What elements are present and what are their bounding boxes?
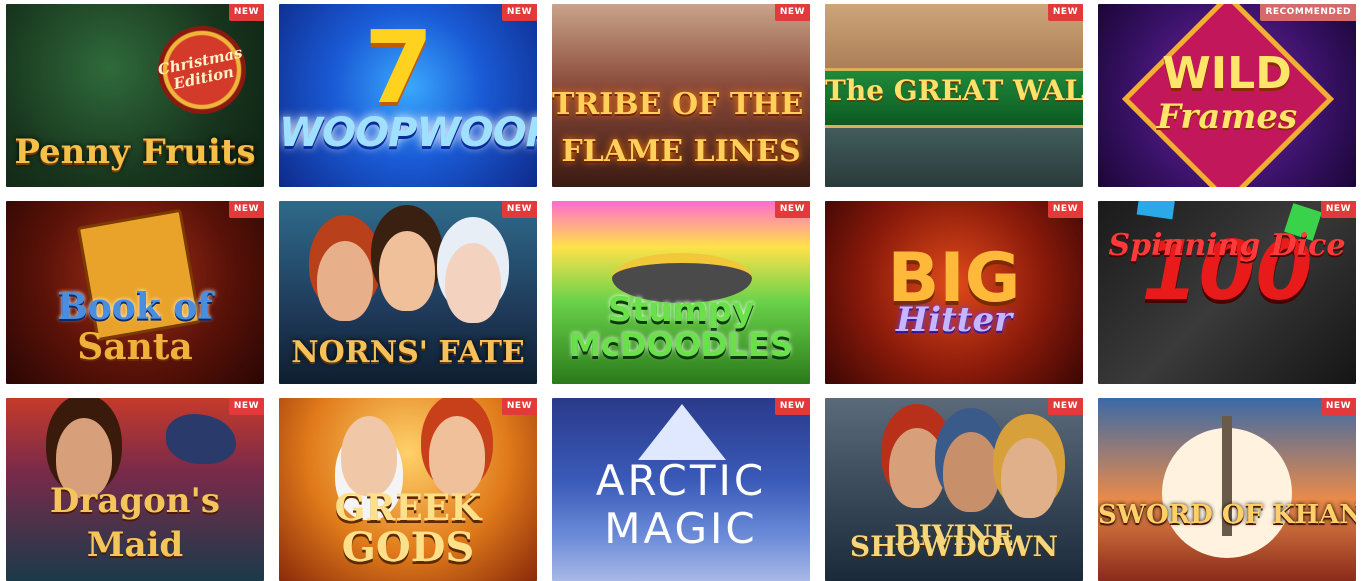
game-title-line2: Spinning Dice [1108,228,1346,263]
game-tile-greek-gods[interactable]: GREEK GODS NEW [279,398,537,581]
character-icon [1001,438,1057,518]
game-grid: Christmas Edition Penny Fruits NEW 7 WOO… [6,4,1358,581]
new-badge: NEW [774,201,810,218]
character-icon [943,432,999,512]
game-title-line2: Hitter [896,300,1012,340]
game-tile-flame-lines[interactable]: TRIBE OF THE SUN FLAME LINES NEW [552,4,810,187]
dice-icon [1136,201,1176,220]
new-badge: NEW [501,201,537,218]
game-tile-sword-of-khans[interactable]: SWORD OF KHANS NEW [1098,398,1356,581]
new-badge: NEW [774,4,810,21]
new-badge: NEW [501,4,537,21]
character-icon [445,243,501,323]
game-subtitle: Christmas Edition [149,17,255,123]
game-tile-book-of-santa[interactable]: Book of Santa NEW [6,201,264,384]
game-tile-woopwoop[interactable]: 7 WOOPWOOP NEW [279,4,537,187]
game-title-line2: McDOODLES [569,326,793,364]
character-icon [429,416,485,496]
game-tile-wild-frames[interactable]: WILD Frames RECOMMENDED [1098,4,1356,187]
character-icon [889,428,945,508]
game-title-line2: GODS [341,524,475,571]
game-tile-big-hitter[interactable]: BIG Hitter NEW [825,201,1083,384]
mountain-icon [638,404,726,460]
game-tile-arctic-magic[interactable]: ARCTIC MAGIC NEW [552,398,810,581]
game-title: Penny Fruits [14,132,256,172]
game-title: SHOWDOWN [849,530,1059,563]
game-title-line2: Maid [86,525,184,565]
new-badge: NEW [774,398,810,415]
new-badge: NEW [1320,201,1356,218]
game-title: WOOPWOOP [279,110,537,156]
game-title: ARCTIC [595,456,767,505]
game-title: GREEK [334,487,482,529]
seven-symbol-icon: 7 [364,9,434,126]
recommended-badge: RECOMMENDED [1260,4,1356,21]
game-title: NORNS' FATE [291,335,525,370]
game-tile-great-wall[interactable]: The GREAT WALL NEW [825,4,1083,187]
character-icon [317,241,373,321]
new-badge: NEW [501,398,537,415]
game-tile-100-spinning-dice[interactable]: 100 Spinning Dice NEW [1098,201,1356,384]
new-badge: NEW [228,4,264,21]
game-title: Book of [57,286,213,328]
game-tile-dragons-maid[interactable]: Dragon's Maid NEW [6,398,264,581]
game-title: Stumpy [607,290,755,330]
game-tile-divine-showdown[interactable]: DIVINE SHOWDOWN NEW [825,398,1083,581]
game-tile-stumpy-mcdoodles[interactable]: Stumpy McDOODLES NEW [552,201,810,384]
game-title: WILD [1162,48,1292,99]
game-title: The GREAT WALL [825,74,1083,107]
game-title-line2: Frames [1156,97,1298,137]
character-icon [379,231,435,311]
game-title: Dragon's [49,481,221,521]
new-badge: NEW [228,398,264,415]
game-title: FLAME LINES [561,134,801,169]
game-title: SWORD OF KHANS [1098,500,1356,530]
new-badge: NEW [1047,398,1083,415]
new-badge: NEW [228,201,264,218]
game-tile-penny-fruits[interactable]: Christmas Edition Penny Fruits NEW [6,4,264,187]
game-title-line2: MAGIC [604,504,758,553]
game-tile-norns-fate[interactable]: NORNS' FATE NEW [279,201,537,384]
new-badge: NEW [1047,4,1083,21]
new-badge: NEW [1320,398,1356,415]
game-title-line2: Santa [77,326,193,368]
character-icon [341,416,397,496]
dragon-icon [166,414,236,464]
new-badge: NEW [1047,201,1083,218]
